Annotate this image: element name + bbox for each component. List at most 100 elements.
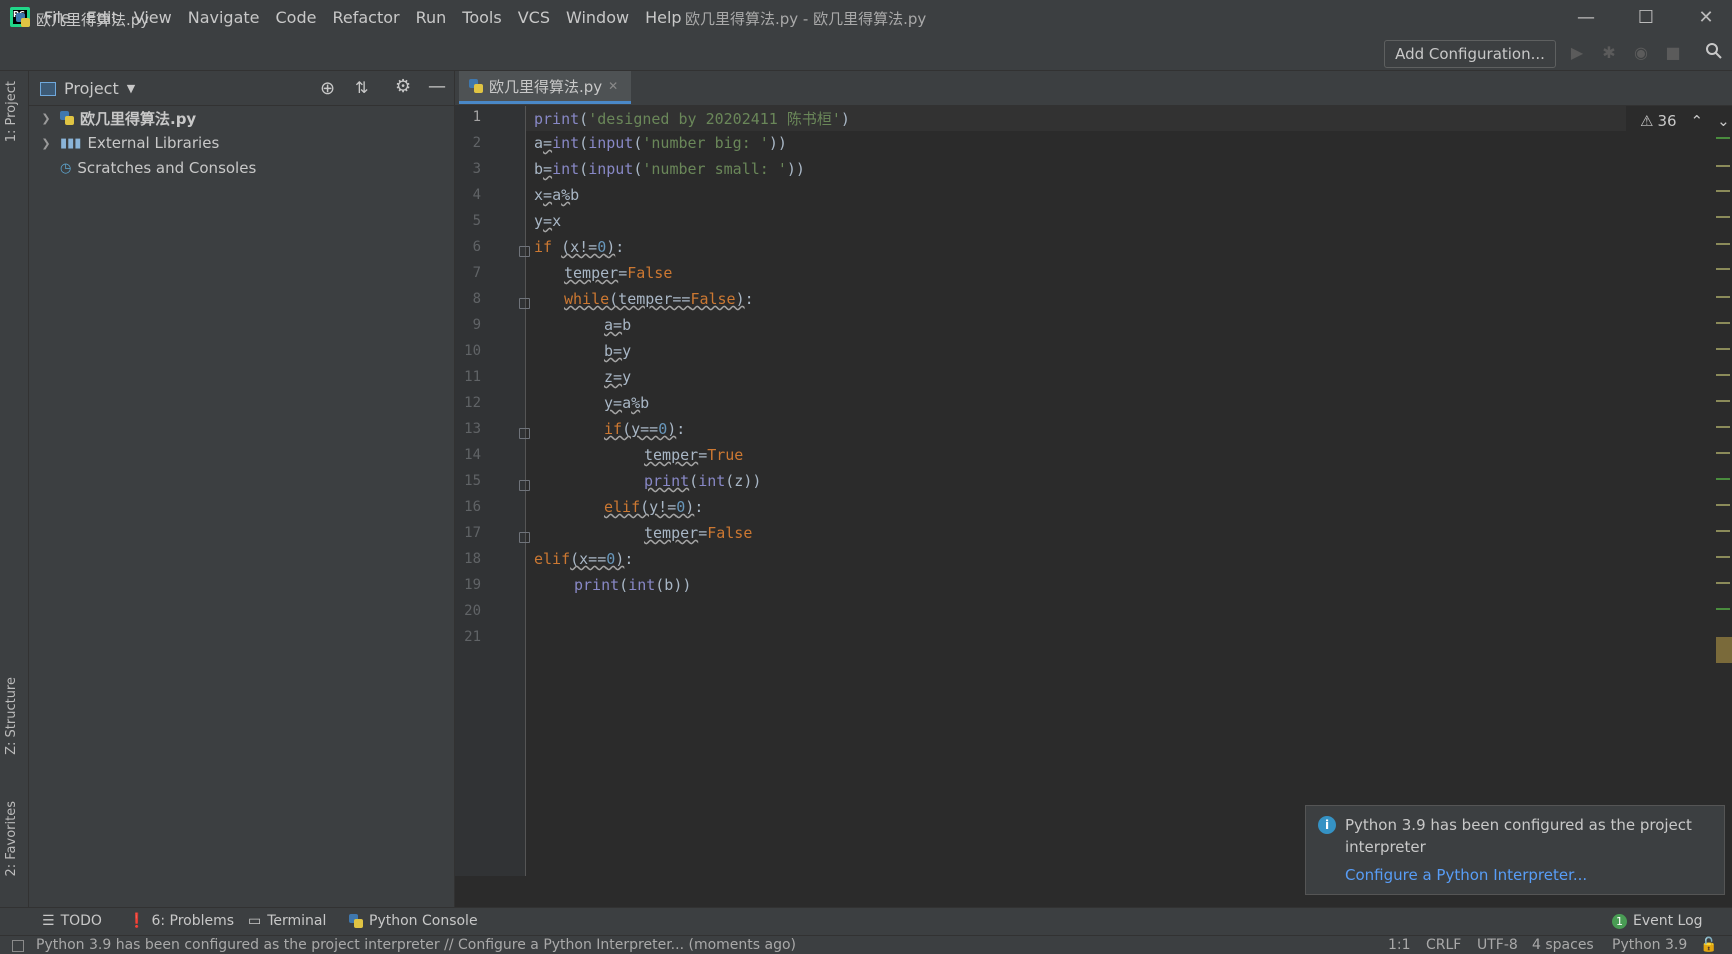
menu-window[interactable]: Window <box>566 8 629 27</box>
menu-vcs[interactable]: VCS <box>518 8 550 27</box>
fold-icon[interactable] <box>519 428 530 439</box>
warning-mark[interactable] <box>1716 582 1730 584</box>
menu-code[interactable]: Code <box>276 8 317 27</box>
code-line[interactable]: b=int(input('number small: ')) <box>534 160 805 178</box>
warning-mark[interactable] <box>1716 190 1730 192</box>
todo-tool-button[interactable]: ☰ TODO <box>42 913 102 929</box>
code-line[interactable]: if (x!=0): <box>534 238 624 256</box>
code-line[interactable]: temper=False <box>564 264 672 282</box>
chevron-down-icon[interactable]: ⌄ <box>1717 112 1730 130</box>
tab-project[interactable]: 1: Project <box>4 81 19 142</box>
locate-icon[interactable]: ⊕ <box>320 78 335 99</box>
code-line[interactable]: elif(x==0): <box>534 550 633 568</box>
gear-icon[interactable]: ⚙ <box>395 76 411 97</box>
warning-mark[interactable] <box>1716 504 1730 506</box>
coverage-icon[interactable]: ◉ <box>1630 42 1652 64</box>
debug-icon[interactable]: ✱ <box>1598 42 1620 64</box>
tab-favorites[interactable]: 2: Favorites <box>4 801 19 877</box>
python-console-tool-button[interactable]: Python Console <box>349 913 478 929</box>
chevron-right-icon[interactable]: ❯ <box>38 137 54 150</box>
interpreter-selector[interactable]: Python 3.9 <box>1612 937 1687 953</box>
collapse-all-icon[interactable]: ⇅ <box>355 78 368 97</box>
warning-mark[interactable] <box>1716 216 1730 218</box>
tab-structure[interactable]: Z: Structure <box>4 677 19 755</box>
menu-run[interactable]: Run <box>416 8 447 27</box>
event-count-badge: 1 <box>1612 913 1627 929</box>
code-editor[interactable] <box>526 106 1716 876</box>
tree-item-scratches[interactable]: ◷ Scratches and Consoles <box>38 156 256 180</box>
caret-position[interactable]: 1:1 <box>1388 937 1411 953</box>
code-line[interactable]: a=int(input('number big: ')) <box>534 134 787 152</box>
change-mark[interactable] <box>1716 478 1730 480</box>
warning-mark[interactable] <box>1716 296 1730 298</box>
code-line[interactable]: print('designed by 20202411 陈书桓') <box>534 108 850 129</box>
editor-tab[interactable]: 欧几里得算法.py ✕ <box>459 71 631 104</box>
stop-icon[interactable]: ■ <box>1662 42 1684 64</box>
menu-tools[interactable]: Tools <box>462 8 501 27</box>
code-line[interactable]: print(int(b)) <box>574 576 691 594</box>
fold-icon[interactable] <box>519 246 530 257</box>
fold-icon[interactable] <box>519 480 530 491</box>
configure-interpreter-link[interactable]: Configure a Python Interpreter... <box>1345 866 1587 884</box>
menu-help[interactable]: Help <box>645 8 681 27</box>
line-separator[interactable]: CRLF <box>1426 937 1461 953</box>
warning-mark[interactable] <box>1716 268 1730 270</box>
menu-navigate[interactable]: Navigate <box>188 8 260 27</box>
code-line[interactable]: y=x <box>534 212 561 230</box>
lock-icon[interactable]: 🔓 <box>1700 937 1717 953</box>
terminal-tool-button[interactable]: ▭ Terminal <box>248 913 326 929</box>
chevron-up-icon[interactable]: ⌃ <box>1691 112 1704 130</box>
code-line[interactable]: temper=False <box>644 524 752 542</box>
problems-tool-button[interactable]: ❗ 6: Problems <box>128 913 234 929</box>
file-encoding[interactable]: UTF-8 <box>1477 937 1518 953</box>
warning-mark[interactable] <box>1716 243 1730 245</box>
code-line[interactable]: a=b <box>604 316 631 334</box>
code-line[interactable]: x=a%b <box>534 186 579 204</box>
code-line[interactable]: z=y <box>604 368 631 386</box>
warning-mark[interactable] <box>1716 426 1730 428</box>
breadcrumb-file[interactable]: 欧几里得算法.py <box>36 9 149 30</box>
warning-mark[interactable] <box>1716 530 1730 532</box>
minimize-icon[interactable]: — <box>1560 0 1612 34</box>
code-line[interactable]: print(int(z)) <box>644 472 761 490</box>
change-mark[interactable] <box>1716 137 1730 139</box>
tab-close-icon[interactable]: ✕ <box>608 79 618 93</box>
breadcrumb[interactable]: 欧几里得算法.py <box>16 9 149 30</box>
window-title: 欧几里得算法.py - 欧几里得算法.py <box>685 10 927 28</box>
inspection-widget[interactable]: ⚠ 36 ⌃ ⌄ <box>1640 112 1730 130</box>
warning-mark[interactable] <box>1716 452 1730 454</box>
indent-setting[interactable]: 4 spaces <box>1532 937 1594 953</box>
warning-mark[interactable] <box>1716 374 1730 376</box>
tree-item-external-libraries[interactable]: ❯ ▮▮▮ External Libraries <box>38 131 219 155</box>
warning-mark[interactable] <box>1716 165 1730 167</box>
line-number: 3 <box>472 161 481 177</box>
code-line[interactable]: elif(y!=0): <box>604 498 703 516</box>
warning-mark[interactable] <box>1716 556 1730 558</box>
search-icon[interactable] <box>1703 42 1725 64</box>
run-icon[interactable]: ▶ <box>1566 42 1588 64</box>
chevron-right-icon[interactable]: ❯ <box>38 112 54 125</box>
python-icon <box>349 914 363 928</box>
code-line[interactable]: b=y <box>604 342 631 360</box>
menu-refactor[interactable]: Refactor <box>332 8 399 27</box>
close-icon[interactable]: ✕ <box>1680 0 1732 34</box>
add-configuration-button[interactable]: Add Configuration... <box>1384 40 1556 68</box>
maximize-icon[interactable]: ☐ <box>1620 0 1672 34</box>
code-line[interactable]: y=a%b <box>604 394 649 412</box>
warning-mark[interactable] <box>1716 400 1730 402</box>
warning-mark[interactable] <box>1716 348 1730 350</box>
project-view-selector[interactable]: Project ▼ <box>40 79 135 98</box>
code-line[interactable]: while(temper==False): <box>564 290 754 308</box>
hide-panel-icon[interactable]: — <box>428 76 446 97</box>
line-number: 20 <box>464 603 481 619</box>
code-line[interactable]: if(y==0): <box>604 420 685 438</box>
warning-mark[interactable] <box>1716 322 1730 324</box>
tree-item-file[interactable]: ❯ 欧几里得算法.py <box>38 106 196 130</box>
event-log-tool-button[interactable]: 1 Event Log <box>1612 913 1703 929</box>
code-line[interactable]: temper=True <box>644 446 743 464</box>
fold-icon[interactable] <box>519 298 530 309</box>
fold-icon[interactable] <box>519 532 530 543</box>
scrollbar-thumb[interactable] <box>1716 637 1732 663</box>
status-toggle-icon[interactable] <box>12 940 24 952</box>
change-mark[interactable] <box>1716 608 1730 610</box>
